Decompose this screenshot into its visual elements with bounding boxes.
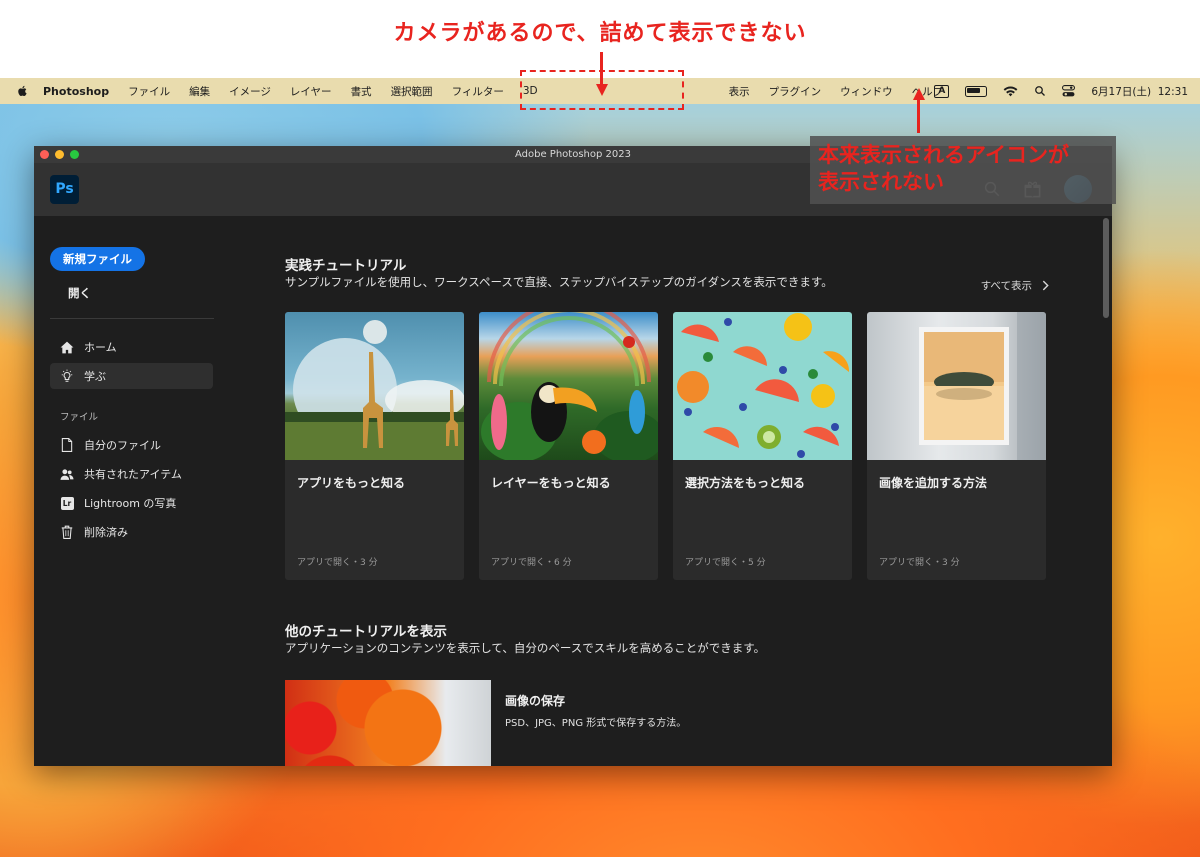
see-all-label: すべて表示 [980, 280, 1032, 292]
sidebar-item-label: 共有されたアイテム [84, 468, 182, 481]
card-thumbnail-fruit [673, 312, 852, 460]
menu-window[interactable]: ウィンドウ [840, 84, 893, 99]
photoshop-logo: Ps [50, 175, 79, 204]
lightroom-badge: Lr [60, 496, 74, 510]
sidebar-item-label: Lightroom の写真 [84, 497, 177, 510]
sidebar-item-label: 自分のファイル [84, 439, 161, 452]
section-title-more: 他のチュートリアルを表示 [285, 624, 447, 640]
lightroom-icon: Lr [60, 496, 74, 510]
files-section-label: ファイル [60, 412, 99, 423]
search-icon[interactable] [1034, 85, 1046, 97]
tutorial-card-layers[interactable]: レイヤーをもっと知る アプリで開く・6 分 [479, 312, 658, 580]
chevron-right-icon [1042, 280, 1049, 291]
apple-icon[interactable] [17, 85, 29, 97]
menu-edit[interactable]: 編集 [189, 84, 210, 99]
battery-icon[interactable] [965, 85, 988, 97]
card-meta: アプリで開く・5 分 [685, 558, 766, 568]
list-thumbnail-umbrellas [285, 680, 491, 766]
open-button[interactable]: 開く [68, 285, 91, 301]
annotation-callout: 本来表示されるアイコンが 表示されない [810, 136, 1116, 204]
photoshop-window: Adobe Photoshop 2023 Ps 新規ファイル 開く ホーム 学ぶ… [34, 146, 1112, 766]
list-item-title: 画像の保存 [505, 694, 566, 708]
menu-view[interactable]: 表示 [729, 84, 750, 99]
sidebar-item-label: 学ぶ [84, 370, 106, 383]
section-desc-more: アプリケーションのコンテンツを表示して、自分のペースでスキルを高めることができま… [285, 641, 766, 655]
main-content: 実践チュートリアル サンプルファイルを使用し、ワークスペースで直接、ステップバイ… [285, 216, 1097, 766]
sidebar-item-lightroom[interactable]: Lr Lightroom の写真 [50, 490, 213, 516]
home-icon [60, 340, 74, 354]
annotation-top-note: カメラがあるので、詰めて表示できない [393, 21, 807, 46]
trash-icon [60, 525, 74, 539]
card-meta: アプリで開く・3 分 [879, 558, 960, 568]
tutorial-card-app[interactable]: アプリをもっと知る アプリで開く・3 分 [285, 312, 464, 580]
card-meta: アプリで開く・6 分 [491, 558, 572, 568]
card-thumbnail-giraffe [285, 312, 464, 460]
lightbulb-icon [60, 369, 74, 383]
menu-file[interactable]: ファイル [128, 84, 170, 99]
menu-filter[interactable]: フィルター [452, 84, 504, 99]
input-method-icon[interactable]: A [934, 84, 950, 98]
people-icon [60, 467, 74, 481]
card-title: 画像を追加する方法 [879, 476, 988, 490]
menu-layer[interactable]: レイヤー [290, 84, 332, 99]
sidebar-item-deleted[interactable]: 削除済み [50, 519, 213, 545]
control-center-icon[interactable] [1062, 85, 1076, 97]
annotation-arrow-up [913, 88, 925, 134]
menu-app-name[interactable]: Photoshop [43, 85, 109, 98]
menu-image[interactable]: イメージ [229, 84, 271, 99]
document-icon [60, 438, 74, 452]
menubar-clock[interactable]: 6月17日(土) 12:31 [1091, 84, 1188, 99]
sidebar-item-my-files[interactable]: 自分のファイル [50, 432, 213, 458]
sidebar-divider [50, 318, 214, 319]
tutorial-list-item[interactable]: 画像の保存 PSD、JPG、PNG 形式で保存する方法。 [285, 680, 885, 766]
menu-select[interactable]: 選択範囲 [391, 84, 433, 99]
annotation-side-note: 本来表示されるアイコンが 表示されない [818, 142, 1069, 196]
see-all-link[interactable]: すべて表示 [981, 278, 1049, 293]
card-thumbnail-frame [867, 312, 1046, 460]
list-item-desc: PSD、JPG、PNG 形式で保存する方法。 [505, 718, 687, 729]
scrollbar[interactable] [1103, 218, 1109, 318]
new-file-button[interactable]: 新規ファイル [50, 247, 145, 271]
sidebar: 新規ファイル 開く ホーム 学ぶ ファイル 自分のファイル 共有されたアイテム … [34, 216, 264, 766]
card-title: 選択方法をもっと知る [685, 476, 806, 490]
sidebar-item-learn[interactable]: 学ぶ [50, 363, 213, 389]
sidebar-item-shared[interactable]: 共有されたアイテム [50, 461, 213, 487]
card-thumbnail-toucan [479, 312, 658, 460]
section-desc-practical: サンプルファイルを使用し、ワークスペースで直接、ステップバイステップのガイダンス… [285, 275, 833, 289]
menu-type[interactable]: 書式 [351, 84, 372, 99]
annotation-side-note-line2: 表示されない [818, 170, 944, 194]
section-title-practical: 実践チュートリアル [285, 258, 407, 274]
sidebar-item-label: ホーム [84, 341, 117, 354]
tutorial-card-selection[interactable]: 選択方法をもっと知る アプリで開く・5 分 [673, 312, 852, 580]
card-title: レイヤーをもっと知る [491, 476, 611, 490]
card-title: アプリをもっと知る [297, 476, 406, 490]
tutorial-card-add-image[interactable]: 画像を追加する方法 アプリで開く・3 分 [867, 312, 1046, 580]
card-meta: アプリで開く・3 分 [297, 558, 378, 568]
annotation-arrow-down [596, 52, 608, 98]
menu-plugins[interactable]: プラグイン [769, 84, 822, 99]
wifi-icon[interactable] [1003, 85, 1018, 97]
sidebar-item-home[interactable]: ホーム [50, 334, 213, 360]
annotation-side-note-line1: 本来表示されるアイコンが [818, 143, 1069, 167]
sidebar-item-label: 削除済み [84, 526, 128, 539]
menubar-status-area: A 6月17日(土) 12:31 [918, 78, 1188, 104]
